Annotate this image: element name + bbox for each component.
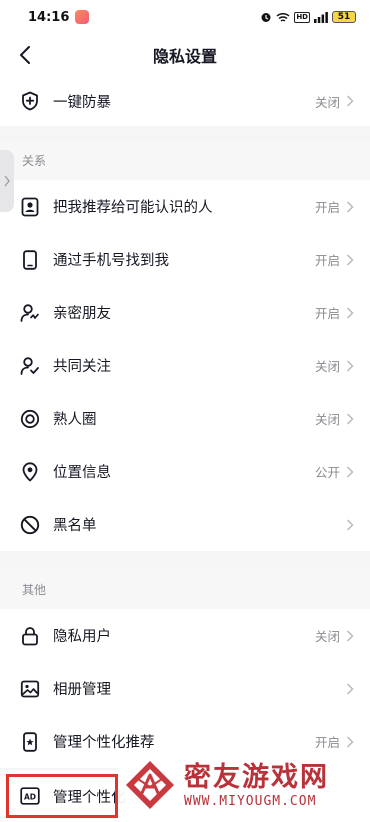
status-indicators: HD 51 — [260, 11, 356, 23]
wifi-icon — [276, 12, 290, 22]
hd-icon: HD — [294, 11, 310, 23]
lock-icon — [20, 626, 40, 646]
ad-icon: AD — [20, 786, 40, 806]
nav-bar: 隐私设置 — [0, 34, 370, 76]
block-icon — [20, 515, 40, 535]
setting-value: 公开 — [314, 465, 340, 480]
setting-value: 关闭 — [314, 629, 340, 644]
setting-label: 通过手机号找到我 — [53, 253, 169, 269]
status-bar: 14:16 HD 51 — [0, 0, 370, 34]
setting-row-private-user[interactable]: 隐私用户 关闭 — [0, 609, 370, 662]
setting-value: 开启 — [314, 253, 340, 268]
page-title: 隐私设置 — [152, 47, 217, 66]
setting-label: 一键防暴 — [53, 94, 111, 111]
watermark-url: WWW.MIYOUGM.COM — [184, 793, 317, 809]
phone-icon — [20, 249, 40, 270]
setting-value: 开启 — [314, 200, 340, 215]
setting-value: 关闭 — [314, 359, 340, 374]
section-header-other: 其他 — [0, 569, 370, 609]
chevron-right-icon — [347, 683, 354, 694]
setting-label: 黑名单 — [53, 518, 97, 534]
side-drawer-handle[interactable] — [0, 150, 14, 212]
spacer — [0, 551, 370, 569]
section-header-relations: 关系 — [0, 140, 370, 180]
chevron-right-icon — [347, 254, 354, 265]
setting-label: 亲密朋友 — [53, 306, 111, 322]
circle-icon — [20, 409, 40, 429]
svg-text:AD: AD — [24, 793, 36, 802]
signal-icon — [314, 11, 328, 23]
chevron-right-icon — [347, 95, 354, 107]
setting-row-anti-harassment[interactable]: 一键防暴 关闭 — [0, 76, 370, 126]
chevron-right-icon — [347, 466, 354, 477]
watermark-logo-icon — [126, 761, 174, 809]
location-pin-icon — [20, 461, 40, 482]
setting-label: 位置信息 — [53, 465, 111, 481]
close-friend-icon — [20, 303, 40, 323]
setting-row-blacklist[interactable]: 黑名单 — [0, 498, 370, 551]
chevron-right-icon — [347, 201, 354, 212]
status-time: 14:16 — [28, 9, 70, 25]
setting-value: 关闭 — [314, 94, 340, 110]
setting-label: 隐私用户 — [53, 629, 111, 645]
chevron-right-icon — [347, 307, 354, 318]
setting-row-close-friends[interactable]: 亲密朋友 开启 — [0, 286, 370, 339]
chevron-right-icon — [347, 360, 354, 371]
setting-row-album-manage[interactable]: 相册管理 — [0, 662, 370, 715]
setting-label: 共同关注 — [53, 359, 111, 375]
setting-row-acquaintance-circle[interactable]: 熟人圈 关闭 — [0, 392, 370, 445]
setting-label: 把我推荐给可能认识的人 — [53, 200, 213, 216]
chevron-right-icon — [347, 413, 354, 424]
alarm-icon — [261, 13, 271, 22]
battery-icon: 51 — [332, 11, 356, 23]
setting-row-recommend-me[interactable]: 把我推荐给可能认识的人 开启 — [0, 180, 370, 233]
app-notification-icon — [75, 10, 90, 24]
phone-star-icon — [20, 731, 40, 752]
setting-label: 管理个性化 — [53, 789, 126, 806]
chevron-left-icon — [20, 46, 30, 64]
setting-row-mutual-follow[interactable]: 共同关注 关闭 — [0, 339, 370, 392]
photo-icon — [20, 679, 40, 699]
watermark-name: 密友游戏网 — [184, 761, 329, 793]
setting-row-location[interactable]: 位置信息 公开 — [0, 445, 370, 498]
contact-card-icon — [20, 197, 40, 217]
chevron-right-icon — [347, 519, 354, 530]
shield-plus-icon — [20, 91, 40, 111]
setting-value: 开启 — [314, 306, 340, 321]
chevron-right-icon — [347, 736, 354, 747]
watermark: 密友游戏网 WWW.MIYOUGM.COM — [118, 748, 370, 822]
back-button[interactable] — [12, 42, 38, 68]
setting-row-find-by-phone[interactable]: 通过手机号找到我 开启 — [0, 233, 370, 286]
mutual-follow-icon — [20, 356, 40, 376]
chevron-right-icon — [347, 630, 354, 641]
spacer — [0, 126, 370, 140]
setting-value: 关闭 — [314, 412, 340, 427]
setting-label: 相册管理 — [53, 682, 111, 698]
setting-label: 熟人圈 — [53, 412, 97, 428]
chevron-right-icon — [4, 175, 10, 187]
